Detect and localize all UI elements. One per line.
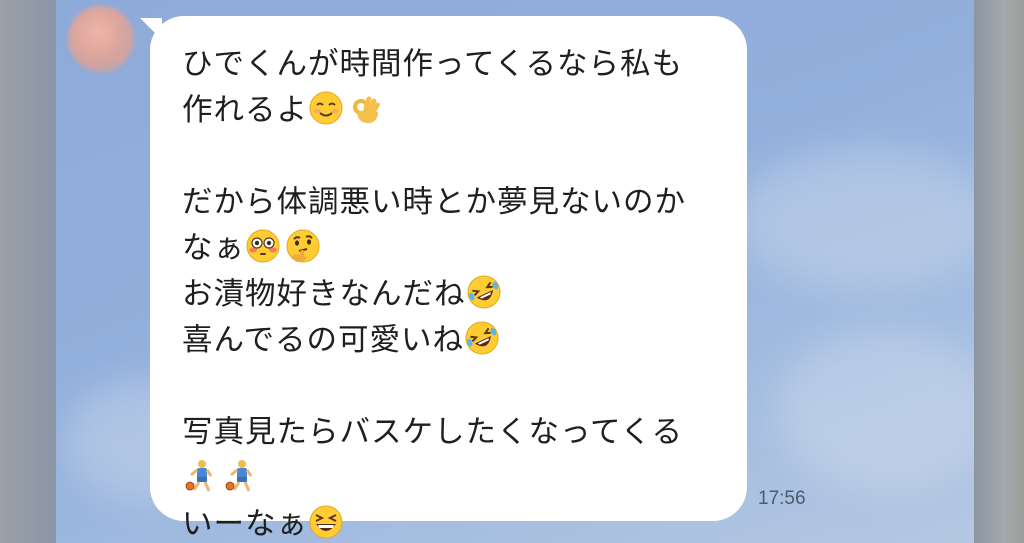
message-line: お漬物好きなんだね: [182, 272, 717, 318]
thinking-face-icon: [286, 229, 320, 263]
message-line: なぁ: [182, 226, 717, 272]
message-line: 写真見たらバスケしたくなってくる: [182, 410, 717, 456]
basketball-player-icon: [185, 460, 213, 492]
blurred-left-border: [0, 0, 56, 543]
blurred-right-border: [974, 0, 1024, 543]
message-line: 作れるよ: [182, 88, 717, 134]
message-bubble[interactable]: ひでくんが時間作ってくるなら私も 作れるよ だから体調悪い時とか夢見ないのか なぁ …: [150, 16, 747, 542]
rolling-laughing-icon: [465, 321, 499, 355]
message-line-text: だから体調悪い時とか夢見ないのか: [182, 185, 686, 220]
message-timestamp: 17:56: [758, 488, 806, 509]
message-line-text: 作れるよ: [182, 93, 308, 128]
message-line-text: 喜んでるの可愛いね: [182, 323, 464, 358]
basketball-player-icon: [225, 460, 253, 492]
message-line: ひでくんが時間作ってくるなら私も: [182, 42, 717, 88]
rolling-laughing-icon: [467, 275, 500, 309]
message-line: だから体調悪い時とか夢見ないのか: [182, 180, 717, 226]
message-line: いーなぁ: [182, 502, 717, 543]
message-line-text: お漬物好きなんだね: [182, 277, 466, 312]
message-text: ひでくんが時間作ってくるなら私も 作れるよ だから体調悪い時とか夢見ないのか なぁ …: [182, 42, 717, 543]
sender-avatar[interactable]: [68, 6, 134, 72]
message-line-text: いーなぁ: [182, 507, 308, 542]
message-line: [182, 456, 717, 502]
message-line: 喜んでるの可愛いね: [182, 318, 717, 364]
smiling-face-icon: [309, 91, 343, 125]
ok-hand-icon: [353, 96, 380, 124]
flushed-face-icon: [246, 229, 280, 263]
message-line-text: 写真見たらバスケしたくなってくる: [182, 415, 683, 450]
message-line-text: ひでくんが時間作ってくるなら私も: [182, 47, 683, 82]
screenshot-frame: ひでくんが時間作ってくるなら私も 作れるよ だから体調悪い時とか夢見ないのか なぁ …: [0, 0, 1024, 543]
message-line-text: なぁ: [182, 231, 245, 266]
grinning-squinting-icon: [309, 505, 343, 539]
